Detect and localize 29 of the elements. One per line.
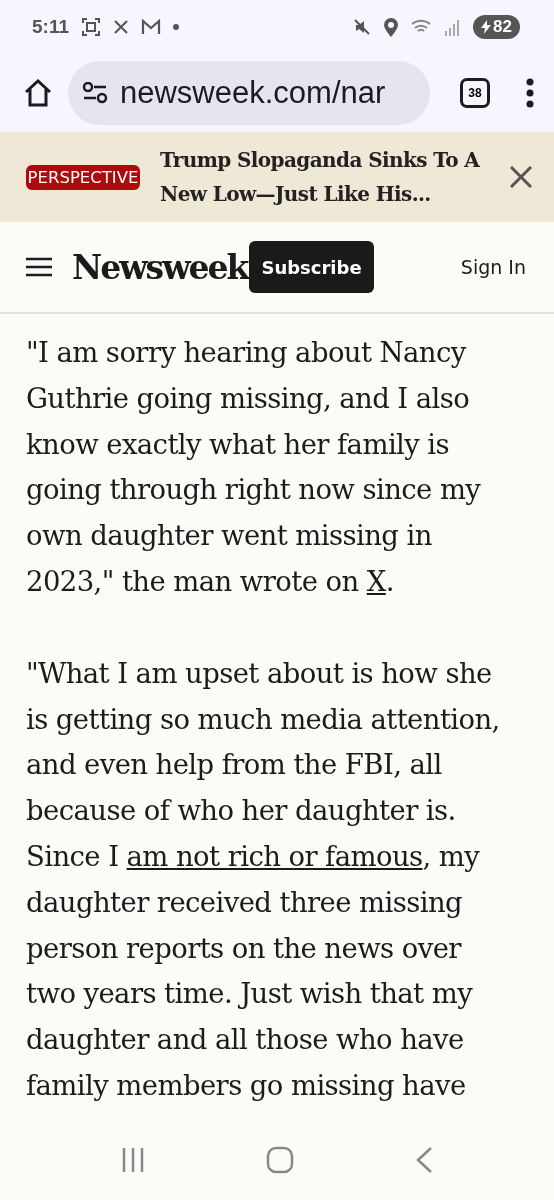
tab-count-button[interactable]: 38 bbox=[460, 78, 490, 108]
article-link[interactable]: X bbox=[366, 565, 386, 597]
perspective-tag: PERSPECTIVE bbox=[26, 164, 140, 190]
sign-in-link[interactable]: Sign In bbox=[460, 256, 526, 278]
status-time: 5:11 bbox=[32, 16, 69, 38]
newsweek-logo[interactable]: Newsweek bbox=[72, 247, 248, 287]
signal-icon bbox=[445, 18, 462, 36]
menu-icon[interactable] bbox=[26, 257, 52, 277]
address-bar[interactable]: newsweek.com/nar bbox=[68, 61, 430, 125]
battery-level: 82 bbox=[473, 15, 520, 39]
mute-icon bbox=[353, 18, 372, 36]
article-paragraph: "I am sorry hearing about Nancy Guthrie going missing, and I also know exactly what her family is going through right now since my own daughter went missing in 2023," the man wrote on X. bbox=[26, 335, 482, 599]
home-icon[interactable] bbox=[22, 77, 54, 109]
charging-icon bbox=[481, 20, 492, 34]
mail-icon bbox=[141, 19, 161, 35]
x-logo-icon bbox=[113, 19, 129, 35]
dot-icon bbox=[173, 24, 179, 30]
article-link[interactable]: am not rich or famous bbox=[126, 839, 423, 872]
subscribe-button[interactable]: Subscribe bbox=[249, 241, 374, 293]
site-settings-icon[interactable] bbox=[82, 82, 108, 104]
home-button-icon[interactable] bbox=[266, 1146, 294, 1174]
screenshot-icon bbox=[81, 17, 101, 37]
back-icon[interactable] bbox=[415, 1146, 434, 1174]
article-paragraph: "What I am upset about is how she is getting so much media attention, and even help from the FBI, all because of who her daughter is. Since I am not rich or famous, my daughter received three missing person reports on the news over two years time. Just wish that my daughter and all those who have family members go missing have bbox=[26, 655, 501, 1103]
more-menu-icon[interactable] bbox=[526, 78, 534, 108]
location-icon bbox=[383, 17, 400, 37]
recent-apps-icon[interactable] bbox=[120, 1147, 145, 1173]
close-icon[interactable] bbox=[510, 166, 532, 188]
promo-headline[interactable]: Trump Slopaganda Sinks To A New Low—Just Like His... bbox=[160, 143, 490, 211]
